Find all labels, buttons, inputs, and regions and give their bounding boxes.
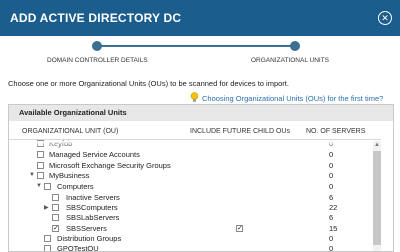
help-link-text[interactable]: Choosing Organizational Units (OUs) for … bbox=[202, 94, 383, 103]
server-count: 0 bbox=[329, 150, 334, 159]
scrollbar-thumb[interactable] bbox=[373, 151, 381, 245]
table-row[interactable]: Managed Service Accounts 0 bbox=[9, 150, 381, 160]
ou-checkbox[interactable] bbox=[44, 235, 51, 242]
server-count: 22 bbox=[329, 203, 338, 212]
table-row[interactable]: ✓ SBSServers ✓ 15 bbox=[9, 224, 381, 234]
step-dot-organizational-units[interactable] bbox=[290, 41, 300, 51]
ou-name: Distribution Groups bbox=[57, 234, 122, 243]
ou-name: Microsoft Exchange Security Groups bbox=[49, 161, 171, 170]
ou-checkbox[interactable] bbox=[52, 204, 59, 211]
server-count: 6 bbox=[329, 213, 334, 222]
table-row[interactable]: Microsoft Exchange Security Groups 0 bbox=[9, 161, 381, 171]
ou-checkbox[interactable] bbox=[44, 245, 51, 251]
collapse-icon[interactable]: ▼ bbox=[29, 172, 35, 178]
step-label-domain-controller[interactable]: DOMAIN CONTROLLER DETAILS bbox=[47, 57, 148, 64]
check-icon: ✓ bbox=[53, 225, 59, 232]
step-indicator bbox=[0, 36, 400, 72]
table-row[interactable]: SBSLabServers 6 bbox=[9, 213, 381, 223]
help-link[interactable]: Choosing Organizational Units (OUs) for … bbox=[190, 92, 383, 103]
step-dot-domain-controller[interactable] bbox=[92, 41, 102, 51]
ou-checkbox[interactable] bbox=[52, 214, 59, 221]
table-row[interactable]: ▼ Computers 0 bbox=[9, 182, 381, 192]
collapse-icon[interactable]: ▼ bbox=[36, 183, 42, 189]
server-count: 0 bbox=[329, 244, 334, 252]
ou-checkbox[interactable] bbox=[44, 183, 51, 190]
ou-name: Computers bbox=[57, 182, 94, 191]
scroll-up-icon[interactable]: ▲ bbox=[373, 141, 381, 149]
dialog-title: ADD ACTIVE DIRECTORY DC bbox=[10, 11, 182, 25]
future-child-checkbox[interactable]: ✓ bbox=[236, 225, 243, 232]
check-icon: ✓ bbox=[237, 225, 243, 232]
table-row[interactable]: ▶ SBSComputers 22 bbox=[9, 203, 381, 213]
ou-name: MyBusiness bbox=[49, 171, 90, 180]
lightbulb-icon bbox=[190, 92, 199, 102]
server-count: 0 bbox=[329, 171, 334, 180]
column-header-servers: NO. OF SERVERS bbox=[306, 128, 366, 135]
server-count: 0 bbox=[329, 234, 334, 243]
table-row[interactable]: ▼ MyBusiness 0 bbox=[9, 171, 381, 181]
table-row[interactable]: Distribution Groups 0 bbox=[9, 234, 381, 244]
ou-name: SBSServers bbox=[66, 224, 107, 233]
scroll-fade bbox=[9, 141, 373, 147]
ou-checkbox[interactable] bbox=[52, 194, 59, 201]
table-row[interactable]: GPOTestOU 0 bbox=[9, 244, 381, 252]
server-count: 6 bbox=[329, 193, 334, 202]
server-count: 0 bbox=[329, 161, 334, 170]
column-header-future: INCLUDE FUTURE CHILD OUs bbox=[190, 128, 290, 135]
column-header-ou: ORGANIZATIONAL UNIT (OU) bbox=[22, 128, 119, 135]
panel-title: Available Organizational Units bbox=[9, 105, 393, 121]
step-progress-line bbox=[97, 45, 295, 47]
ou-name: SBSComputers bbox=[66, 203, 118, 212]
ou-checkbox[interactable] bbox=[37, 151, 44, 158]
instruction-text: Choose one or more Organizational Units … bbox=[8, 79, 289, 88]
close-icon[interactable]: ✕ bbox=[378, 11, 392, 25]
dialog-header: ADD ACTIVE DIRECTORY DC ✕ bbox=[0, 0, 400, 36]
ou-name: SBSLabServers bbox=[66, 213, 120, 222]
step-label-organizational-units: ORGANIZATIONAL UNITS bbox=[251, 57, 330, 64]
expand-icon[interactable]: ▶ bbox=[44, 204, 50, 211]
ou-name: Inactive Servers bbox=[66, 193, 120, 202]
ou-checkbox[interactable] bbox=[37, 162, 44, 169]
ou-checkbox[interactable]: ✓ bbox=[52, 225, 59, 232]
ou-panel: Available Organizational Units ORGANIZAT… bbox=[8, 104, 394, 252]
ou-name: Managed Service Accounts bbox=[49, 150, 140, 159]
ou-checkbox[interactable] bbox=[37, 172, 44, 179]
ou-name: GPOTestOU bbox=[57, 244, 99, 252]
server-count: 15 bbox=[329, 224, 338, 233]
server-count: 0 bbox=[329, 182, 334, 191]
ou-list: Keyfob 0 Managed Service Accounts 0 Micr… bbox=[9, 139, 381, 252]
table-row[interactable]: Inactive Servers 6 bbox=[9, 193, 381, 203]
